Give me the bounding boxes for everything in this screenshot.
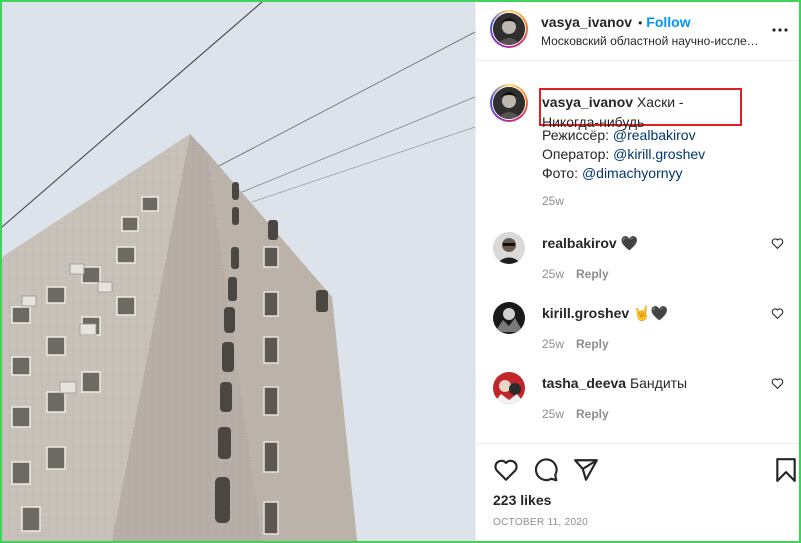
comment-meta: 25w Reply xyxy=(542,337,609,351)
post-panel: vasya_ivanov • Follow Московский областной… xyxy=(475,2,799,541)
author-avatar-image xyxy=(493,13,525,45)
caption-time[interactable]: 25w xyxy=(542,194,564,208)
more-horizontal-icon[interactable] xyxy=(770,20,790,40)
comment-item: tasha_deeva Бандиты 25w Reply xyxy=(476,372,799,435)
caption-avatar[interactable] xyxy=(490,84,528,122)
header-user-line: vasya_ivanov • Follow xyxy=(541,14,691,30)
comment-time[interactable]: 25w xyxy=(542,407,564,421)
comment-avatar[interactable] xyxy=(493,302,525,334)
share-icon[interactable] xyxy=(573,457,599,483)
post-actions: 223 likes OCTOBER 11, 2020 xyxy=(476,443,799,541)
bookmark-icon[interactable] xyxy=(773,457,799,483)
reply-button[interactable]: Reply xyxy=(576,267,609,281)
header-separator: • xyxy=(638,16,643,30)
comment-username[interactable]: tasha_deeva Бандиты xyxy=(542,375,687,391)
credit-handle-link[interactable]: @realbakirov xyxy=(613,127,696,143)
credit-handle-link[interactable]: @dimachyornyy xyxy=(582,165,683,181)
header-username[interactable]: vasya_ivanov xyxy=(541,14,632,30)
caption-username[interactable]: vasya_ivanov xyxy=(542,94,633,110)
credit-line: Фото: @dimachyornyy xyxy=(542,165,683,181)
comment-item: kirill.groshev 🤘🖤 25w Reply xyxy=(476,302,799,365)
post-header: vasya_ivanov • Follow Московский областной… xyxy=(476,2,799,61)
comment-text: Бандиты xyxy=(629,375,688,391)
reply-button[interactable]: Reply xyxy=(576,337,609,351)
follow-button[interactable]: Follow xyxy=(646,14,690,30)
credit-line: Оператор: @kirill.groshev xyxy=(542,146,706,162)
author-avatar[interactable] xyxy=(490,10,528,48)
caption-credits: Режиссёр: @realbakirov Оператор: @kirill… xyxy=(542,126,705,183)
post-modal: vasya_ivanov • Follow Московский областной… xyxy=(2,2,799,541)
comment-item: realbakirov 🖤 25w Reply xyxy=(476,232,799,295)
likes-count[interactable]: 223 likes xyxy=(493,492,551,508)
reply-button[interactable]: Reply xyxy=(576,407,609,421)
credit-handle-link[interactable]: @kirill.groshev xyxy=(613,146,705,162)
comment-time[interactable]: 25w xyxy=(542,337,564,351)
caption-avatar-image xyxy=(493,87,525,119)
credit-line: Режиссёр: @realbakirov xyxy=(542,127,696,143)
comment-username[interactable]: realbakirov 🖤 xyxy=(542,235,638,252)
comment-like-heart-icon[interactable] xyxy=(771,377,784,390)
comment-avatar[interactable] xyxy=(493,232,525,264)
post-photo[interactable] xyxy=(2,2,475,541)
comment-like-heart-icon[interactable] xyxy=(771,307,784,320)
comment-like-heart-icon[interactable] xyxy=(771,237,784,250)
post-location[interactable]: Московский областной научно-исследоват..… xyxy=(541,34,765,48)
comment-text: 🖤 xyxy=(620,235,639,251)
comment-username[interactable]: kirill.groshev 🤘🖤 xyxy=(542,305,668,322)
heart-icon[interactable] xyxy=(493,457,519,483)
comment-meta: 25w Reply xyxy=(542,407,609,421)
comment-meta: 25w Reply xyxy=(542,267,609,281)
comment-text: 🤘🖤 xyxy=(633,305,668,321)
comment-icon[interactable] xyxy=(533,457,559,483)
post-date[interactable]: OCTOBER 11, 2020 xyxy=(493,517,588,528)
comment-time[interactable]: 25w xyxy=(542,267,564,281)
comment-avatar[interactable] xyxy=(493,372,525,404)
